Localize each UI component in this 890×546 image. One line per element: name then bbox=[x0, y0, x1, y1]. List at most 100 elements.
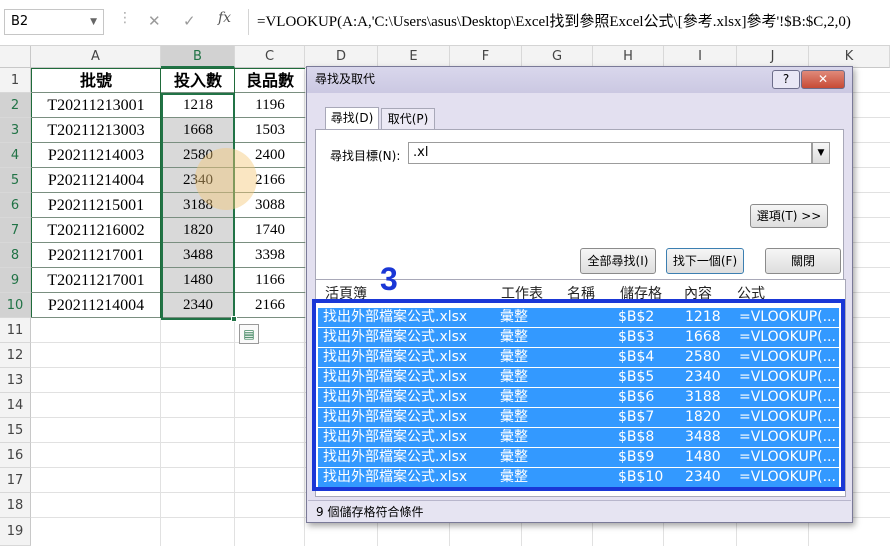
column-header-j[interactable]: J bbox=[737, 46, 809, 68]
drag-handle-icon[interactable]: ⋮ bbox=[118, 10, 132, 34]
result-row[interactable]: 找出外部檔案公式.xlsx 彙整 $B$4 2580 =VLOOKUP(... bbox=[318, 348, 839, 367]
header-cell-input-qty[interactable]: 投入數 bbox=[161, 68, 235, 93]
row-header-2[interactable]: 2 bbox=[0, 93, 31, 118]
column-header-k[interactable]: K bbox=[809, 46, 890, 68]
row-header-17[interactable]: 17 bbox=[0, 468, 31, 493]
watermark-logo bbox=[195, 148, 257, 210]
cell-batch[interactable]: T20211216002 bbox=[31, 218, 161, 243]
result-row[interactable]: 找出外部檔案公式.xlsx 彙整 $B$5 2340 =VLOOKUP(... bbox=[318, 368, 839, 387]
find-label: 尋找目標(N): bbox=[330, 149, 401, 163]
find-what-input[interactable]: .xl bbox=[408, 142, 812, 164]
header-cell-batch[interactable]: 批號 bbox=[31, 68, 161, 93]
cell-good-qty[interactable]: 1166 bbox=[235, 268, 305, 293]
cell-good-qty[interactable]: 2166 bbox=[235, 293, 305, 318]
column-header-a[interactable]: A bbox=[31, 46, 161, 68]
enter-icon[interactable]: ✓ bbox=[183, 12, 196, 30]
result-formula: =VLOOKUP(... bbox=[739, 409, 836, 425]
chevron-down-icon[interactable]: ▼ bbox=[90, 10, 97, 34]
cell-batch[interactable]: P20211214003 bbox=[31, 143, 161, 168]
cell-batch[interactable]: T20211217001 bbox=[31, 268, 161, 293]
cell-batch[interactable]: T20211213001 bbox=[31, 93, 161, 118]
row-header-3[interactable]: 3 bbox=[0, 118, 31, 143]
cell-batch[interactable]: P20211217001 bbox=[31, 243, 161, 268]
row-header-9[interactable]: 9 bbox=[0, 268, 31, 293]
result-value: 2580 bbox=[685, 349, 721, 365]
name-box[interactable]: B2 ▼ bbox=[4, 9, 104, 35]
result-sheet: 彙整 bbox=[500, 429, 528, 445]
column-header-e[interactable]: E bbox=[378, 46, 450, 68]
cancel-icon[interactable]: ✕ bbox=[148, 12, 161, 30]
row-header-11[interactable]: 11 bbox=[0, 318, 31, 343]
column-header-d[interactable]: D bbox=[305, 46, 378, 68]
result-sheet: 彙整 bbox=[500, 449, 528, 465]
row-header-4[interactable]: 4 bbox=[0, 143, 31, 168]
name-box-value: B2 bbox=[11, 14, 29, 29]
column-header-i[interactable]: I bbox=[664, 46, 737, 68]
row-header-18[interactable]: 18 bbox=[0, 493, 31, 518]
cell-good-qty[interactable]: 1503 bbox=[235, 118, 305, 143]
row-header-5[interactable]: 5 bbox=[0, 168, 31, 193]
select-all-corner[interactable] bbox=[0, 46, 31, 68]
row-header-7[interactable]: 7 bbox=[0, 218, 31, 243]
result-book: 找出外部檔案公式.xlsx bbox=[323, 349, 468, 365]
result-value: 3188 bbox=[685, 389, 721, 405]
row-header-12[interactable]: 12 bbox=[0, 343, 31, 368]
annotation-number: 3 bbox=[380, 261, 398, 297]
tab-replace[interactable]: 取代(P) bbox=[381, 108, 435, 130]
dialog-title: 尋找及取代 bbox=[315, 72, 376, 86]
close-icon[interactable]: ✕ bbox=[801, 70, 845, 89]
result-value: 3488 bbox=[685, 429, 721, 445]
result-row[interactable]: 找出外部檔案公式.xlsx 彙整 $B$7 1820 =VLOOKUP(... bbox=[318, 408, 839, 427]
cell-batch[interactable]: P20211214004 bbox=[31, 168, 161, 193]
result-book: 找出外部檔案公式.xlsx bbox=[323, 469, 468, 485]
result-row[interactable]: 找出外部檔案公式.xlsx 彙整 $B$3 1668 =VLOOKUP(... bbox=[318, 328, 839, 347]
result-row[interactable]: 找出外部檔案公式.xlsx 彙整 $B$10 2340 =VLOOKUP(... bbox=[318, 468, 839, 487]
options-button[interactable]: 選項(T) >> bbox=[750, 204, 828, 228]
column-header-f[interactable]: F bbox=[450, 46, 522, 68]
formula-input[interactable]: =VLOOKUP(A:A,'C:\Users\asus\Desktop\Exce… bbox=[248, 9, 890, 35]
result-formula: =VLOOKUP(... bbox=[739, 369, 836, 385]
column-header-c[interactable]: C bbox=[235, 46, 305, 68]
result-book: 找出外部檔案公式.xlsx bbox=[323, 369, 468, 385]
cell-good-qty[interactable]: 1196 bbox=[235, 93, 305, 118]
column-header-h[interactable]: H bbox=[593, 46, 664, 68]
result-book: 找出外部檔案公式.xlsx bbox=[323, 429, 468, 445]
find-all-button[interactable]: 全部尋找(I) bbox=[580, 248, 656, 274]
cell-batch[interactable]: T20211213003 bbox=[31, 118, 161, 143]
result-sheet: 彙整 bbox=[500, 349, 528, 365]
header-cell-good-qty[interactable]: 良品數 bbox=[235, 68, 305, 93]
row-header-1[interactable]: 1 bbox=[0, 68, 31, 93]
row-header-13[interactable]: 13 bbox=[0, 368, 31, 393]
row-header-10[interactable]: 10 bbox=[0, 293, 31, 318]
cell-good-qty[interactable]: 3398 bbox=[235, 243, 305, 268]
row-header-8[interactable]: 8 bbox=[0, 243, 31, 268]
row-header-14[interactable]: 14 bbox=[0, 393, 31, 418]
chevron-down-icon[interactable]: ▼ bbox=[812, 142, 830, 164]
result-book: 找出外部檔案公式.xlsx bbox=[323, 329, 468, 345]
help-button[interactable]: ? bbox=[772, 70, 800, 89]
cell-batch[interactable]: P20211215001 bbox=[31, 193, 161, 218]
quick-analysis-icon[interactable]: ▤ bbox=[239, 324, 259, 344]
dialog-title-bar[interactable]: 尋找及取代 bbox=[307, 67, 852, 93]
result-formula: =VLOOKUP(... bbox=[739, 429, 836, 445]
cell-good-qty[interactable]: 1740 bbox=[235, 218, 305, 243]
result-row[interactable]: 找出外部檔案公式.xlsx 彙整 $B$9 1480 =VLOOKUP(... bbox=[318, 448, 839, 467]
column-header-b[interactable]: B bbox=[161, 46, 235, 68]
fill-handle[interactable] bbox=[231, 316, 237, 322]
row-header-6[interactable]: 6 bbox=[0, 193, 31, 218]
find-next-button[interactable]: 找下一個(F) bbox=[666, 248, 744, 274]
result-row[interactable]: 找出外部檔案公式.xlsx 彙整 $B$8 3488 =VLOOKUP(... bbox=[318, 428, 839, 447]
column-header-g[interactable]: G bbox=[522, 46, 593, 68]
cell-batch[interactable]: P20211214004 bbox=[31, 293, 161, 318]
row-header-19[interactable]: 19 bbox=[0, 518, 31, 546]
row-header-16[interactable]: 16 bbox=[0, 443, 31, 468]
result-sheet: 彙整 bbox=[500, 469, 528, 485]
close-button[interactable]: 關閉 bbox=[765, 248, 841, 274]
result-row[interactable]: 找出外部檔案公式.xlsx 彙整 $B$6 3188 =VLOOKUP(... bbox=[318, 388, 839, 407]
tab-find[interactable]: 尋找(D) bbox=[325, 107, 379, 130]
result-cell: $B$6 bbox=[618, 389, 655, 405]
insert-function-icon[interactable]: fx bbox=[218, 10, 231, 26]
result-book: 找出外部檔案公式.xlsx bbox=[323, 389, 468, 405]
result-row[interactable]: 找出外部檔案公式.xlsx 彙整 $B$2 1218 =VLOOKUP(... bbox=[318, 308, 839, 327]
row-header-15[interactable]: 15 bbox=[0, 418, 31, 443]
